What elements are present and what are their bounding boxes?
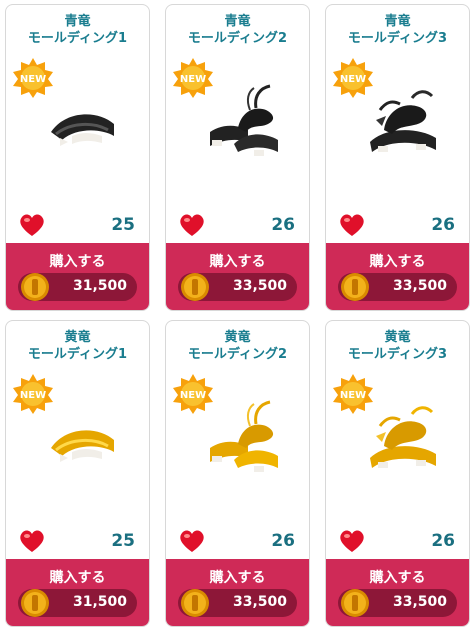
coin-icon xyxy=(341,273,369,301)
buy-button[interactable]: 購入する 33,500 xyxy=(166,243,309,310)
price-pill: 33,500 xyxy=(178,273,297,301)
item-title: 青竜 モールディング2 xyxy=(187,14,288,46)
price: 33,500 xyxy=(392,278,447,294)
buy-label: 購入する xyxy=(209,570,266,586)
dragon-molding-2-black-icon xyxy=(210,84,278,156)
item-title: 黄竜 モールディング2 xyxy=(187,330,288,362)
item-title: 黄竜 モールディング1 xyxy=(27,330,128,362)
like-count: 25 xyxy=(111,531,135,551)
price-pill: 33,500 xyxy=(338,589,457,617)
price: 31,500 xyxy=(72,278,127,294)
heart-icon[interactable] xyxy=(18,212,46,238)
like-count: 26 xyxy=(271,215,295,235)
heart-icon[interactable] xyxy=(178,212,206,238)
dragon-molding-1-gold-icon xyxy=(51,430,114,462)
heart-icon[interactable] xyxy=(338,528,366,554)
buy-button[interactable]: 購入する 31,500 xyxy=(6,559,149,626)
price-pill: 33,500 xyxy=(338,273,457,301)
item-title: 黄竜 モールディング3 xyxy=(347,330,448,362)
item-card[interactable]: 青竜 モールディング2 NEW 26 購入する 33,500 xyxy=(165,4,310,311)
dragon-molding-3-gold-icon xyxy=(370,406,436,468)
buy-label: 購入する xyxy=(209,254,266,270)
item-grid: 青竜 モールディング1 NEW 25 購入する 31,500 青竜 モールディン… xyxy=(0,0,475,630)
buy-button[interactable]: 購入する 33,500 xyxy=(326,243,469,310)
buy-button[interactable]: 購入する 31,500 xyxy=(6,243,149,310)
item-card[interactable]: 黄竜 モールディング1 NEW 25 購入する 31,500 xyxy=(5,320,150,627)
item-title: 青竜 モールディング1 xyxy=(27,14,128,46)
price: 33,500 xyxy=(232,278,287,294)
item-card[interactable]: 黄竜 モールディング2 NEW 26 購入する 33,500 xyxy=(165,320,310,627)
like-count: 26 xyxy=(431,531,455,551)
item-card[interactable]: 青竜 モールディング3 NEW 26 購入する 33,500 xyxy=(325,4,470,311)
coin-icon xyxy=(181,589,209,617)
like-count: 25 xyxy=(111,215,135,235)
buy-label: 購入する xyxy=(49,570,106,586)
buy-button[interactable]: 購入する 33,500 xyxy=(326,559,469,626)
dragon-molding-3-black-icon xyxy=(370,90,436,152)
price-pill: 33,500 xyxy=(178,589,297,617)
coin-icon xyxy=(341,589,369,617)
buy-button[interactable]: 購入する 33,500 xyxy=(166,559,309,626)
coin-icon xyxy=(21,273,49,301)
coin-icon xyxy=(181,273,209,301)
heart-icon[interactable] xyxy=(18,528,46,554)
item-title: 青竜 モールディング3 xyxy=(347,14,448,46)
heart-icon[interactable] xyxy=(178,528,206,554)
dragon-molding-2-gold-icon xyxy=(210,400,278,472)
item-card[interactable]: 黄竜 モールディング3 NEW 26 購入する 33,500 xyxy=(325,320,470,627)
price: 33,500 xyxy=(232,594,287,610)
coin-icon xyxy=(21,589,49,617)
like-count: 26 xyxy=(431,215,455,235)
price: 31,500 xyxy=(72,594,127,610)
heart-icon[interactable] xyxy=(338,212,366,238)
buy-label: 購入する xyxy=(369,570,426,586)
item-card[interactable]: 青竜 モールディング1 NEW 25 購入する 31,500 xyxy=(5,4,150,311)
price-pill: 31,500 xyxy=(18,273,137,301)
like-count: 26 xyxy=(271,531,295,551)
dragon-molding-1-black-icon xyxy=(51,114,114,146)
price-pill: 31,500 xyxy=(18,589,137,617)
buy-label: 購入する xyxy=(369,254,426,270)
price: 33,500 xyxy=(392,594,447,610)
buy-label: 購入する xyxy=(49,254,106,270)
